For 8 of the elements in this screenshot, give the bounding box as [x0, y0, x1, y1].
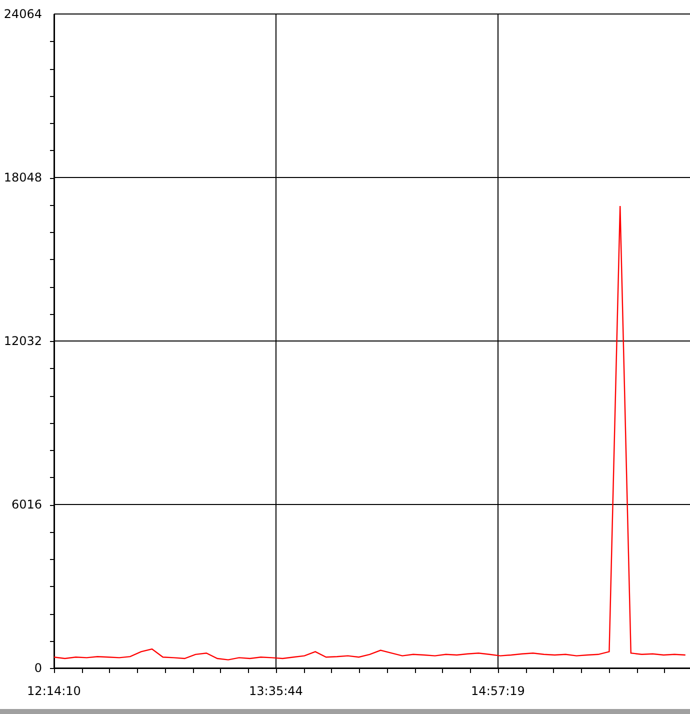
x-tick-label: 14:57:19 — [471, 684, 525, 698]
y-tick-label: 6016 — [11, 498, 42, 512]
y-tick-label: 24064 — [4, 7, 42, 21]
y-tick-label: 18048 — [4, 170, 42, 184]
y-tick-label: 12032 — [4, 334, 42, 348]
y-tick-label: 0 — [34, 661, 42, 675]
x-tick-label: 12:14:10 — [27, 684, 81, 698]
x-tick-label: 13:35:44 — [249, 684, 303, 698]
